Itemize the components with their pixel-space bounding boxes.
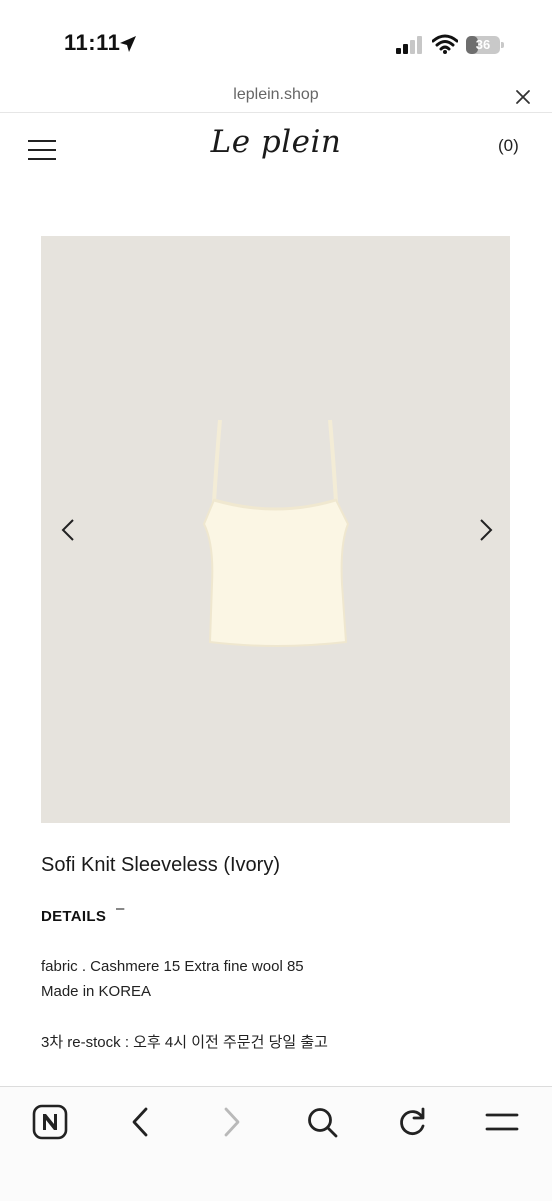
ivory-sleeveless-top-image <box>202 419 350 647</box>
url-bar[interactable]: leplein.shop <box>0 82 552 113</box>
restock-description: 3차 re-stock : 오후 4시 이전 주문건 당일 출고 <box>41 1034 328 1051</box>
details-heading[interactable]: DETAILS <box>41 908 106 925</box>
status-time: 11:11 <box>64 30 121 55</box>
location-arrow-icon <box>120 36 136 52</box>
battery-level: 36 <box>475 37 491 52</box>
search-icon[interactable] <box>305 1104 339 1140</box>
cellular-signal-icon <box>396 36 422 54</box>
site-logo[interactable]: Le plein <box>200 124 352 160</box>
naver-home-icon[interactable] <box>32 1104 68 1140</box>
battery-cap <box>501 42 504 48</box>
battery-icon: 36 <box>466 36 500 54</box>
hamburger-menu-icon[interactable] <box>28 140 56 160</box>
menu-icon[interactable] <box>484 1104 520 1140</box>
product-title: Sofi Knit Sleeveless (Ivory) <box>41 854 280 876</box>
status-bar: 11:11 36 <box>0 0 552 82</box>
back-icon[interactable] <box>128 1104 152 1140</box>
forward-icon[interactable] <box>220 1104 244 1140</box>
carousel-prev-icon[interactable] <box>60 518 76 542</box>
details-toggle[interactable]: – <box>116 900 124 917</box>
carousel-next-icon[interactable] <box>478 518 494 542</box>
reload-icon[interactable] <box>395 1104 429 1140</box>
origin-description: Made in KOREA <box>41 983 152 1000</box>
close-icon[interactable] <box>514 88 532 106</box>
fabric-description: fabric . Cashmere 15 Extra fine wool 85 <box>41 958 304 975</box>
url-text[interactable]: leplein.shop <box>0 86 552 104</box>
wifi-icon <box>432 34 458 54</box>
browser-toolbar <box>0 1086 552 1201</box>
cart-count[interactable]: (0) <box>498 136 519 156</box>
